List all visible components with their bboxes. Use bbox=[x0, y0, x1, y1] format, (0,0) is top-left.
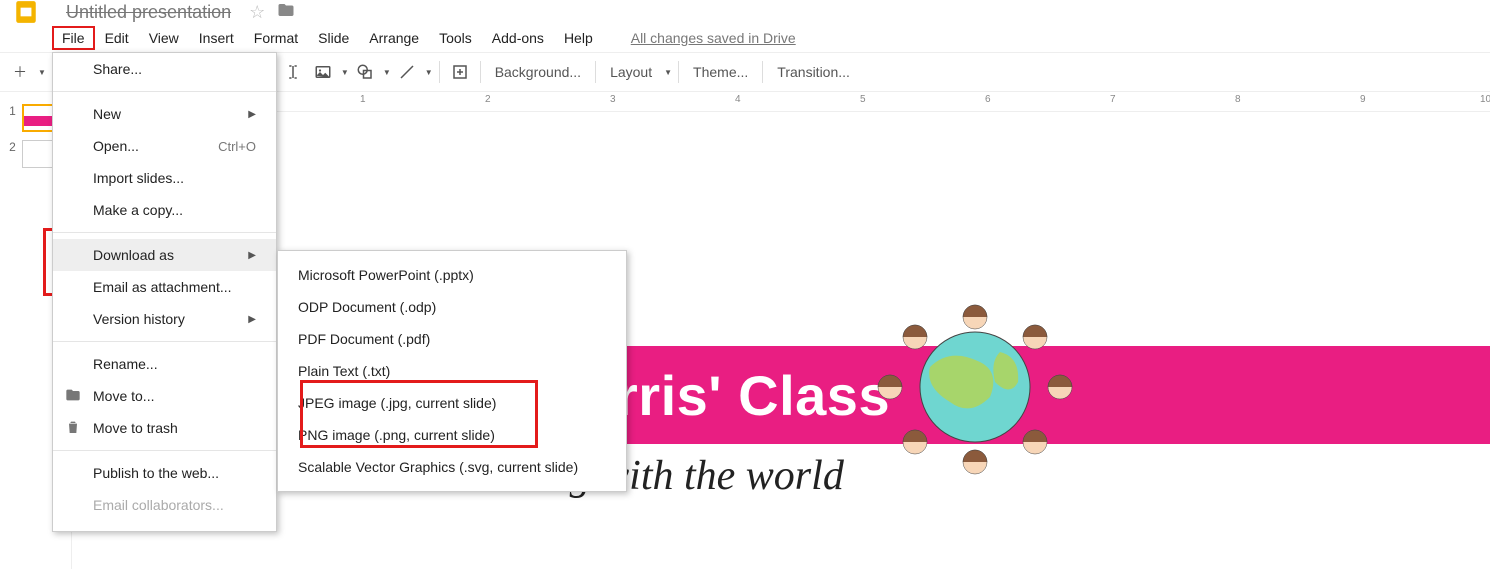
chevron-right-icon: ▶ bbox=[248, 109, 256, 120]
menubar: File Edit View Insert Format Slide Arran… bbox=[0, 24, 1490, 52]
folder-icon bbox=[65, 387, 81, 406]
menu-addons[interactable]: Add-ons bbox=[482, 26, 554, 50]
ruler-tick: 3 bbox=[610, 94, 616, 105]
layout-label: Layout bbox=[602, 60, 660, 84]
menu-separator bbox=[53, 341, 276, 342]
folder-icon[interactable] bbox=[277, 1, 295, 24]
download-as-submenu: Microsoft PowerPoint (.pptx) ODP Documen… bbox=[277, 250, 627, 492]
slides-logo-icon[interactable] bbox=[6, 0, 46, 25]
title-row: Untitled presentation ☆ bbox=[0, 0, 1490, 24]
separator bbox=[762, 61, 763, 83]
globe-kids-graphic bbox=[870, 297, 1080, 457]
separator bbox=[678, 61, 679, 83]
menu-item-open[interactable]: Open...Ctrl+O bbox=[53, 130, 276, 162]
menu-arrange[interactable]: Arrange bbox=[359, 26, 429, 50]
submenu-item-jpeg[interactable]: JPEG image (.jpg, current slide) bbox=[278, 387, 626, 419]
ruler-tick: 10 bbox=[1480, 94, 1490, 105]
menu-item-version-history[interactable]: Version history▶ bbox=[53, 303, 276, 335]
trash-icon bbox=[65, 419, 81, 438]
menu-item-share[interactable]: Share... bbox=[53, 53, 276, 85]
menu-tools[interactable]: Tools bbox=[429, 26, 482, 50]
submenu-item-odp[interactable]: ODP Document (.odp) bbox=[278, 291, 626, 323]
theme-button[interactable]: Theme... bbox=[685, 60, 756, 84]
ruler-tick: 5 bbox=[860, 94, 866, 105]
menu-separator bbox=[53, 91, 276, 92]
line-icon bbox=[393, 58, 421, 86]
separator bbox=[595, 61, 596, 83]
separator bbox=[480, 61, 481, 83]
text-cursor-icon[interactable] bbox=[279, 58, 307, 86]
submenu-item-png[interactable]: PNG image (.png, current slide) bbox=[278, 419, 626, 451]
menu-item-move-to-trash[interactable]: Move to trash bbox=[53, 412, 276, 444]
menu-view[interactable]: View bbox=[139, 26, 189, 50]
ruler-tick: 6 bbox=[985, 94, 991, 105]
menu-edit[interactable]: Edit bbox=[95, 26, 139, 50]
menu-format[interactable]: Format bbox=[244, 26, 308, 50]
menu-slide[interactable]: Slide bbox=[308, 26, 359, 50]
ruler-tick: 9 bbox=[1360, 94, 1366, 105]
file-menu-dropdown: Share... New▶ Open...Ctrl+O Import slide… bbox=[52, 52, 277, 532]
submenu-item-svg[interactable]: Scalable Vector Graphics (.svg, current … bbox=[278, 451, 626, 483]
ruler-tick: 7 bbox=[1110, 94, 1116, 105]
line-button[interactable]: ▼ bbox=[393, 58, 433, 86]
document-title[interactable]: Untitled presentation bbox=[46, 2, 231, 23]
save-status[interactable]: All changes saved in Drive bbox=[631, 30, 796, 46]
ruler-tick: 4 bbox=[735, 94, 741, 105]
menu-insert[interactable]: Insert bbox=[189, 26, 244, 50]
chevron-down-icon: ▼ bbox=[341, 68, 349, 77]
chevron-down-icon: ▼ bbox=[664, 68, 672, 77]
layout-button[interactable]: Layout ▼ bbox=[602, 60, 672, 84]
chevron-right-icon: ▶ bbox=[248, 314, 256, 325]
image-icon bbox=[309, 58, 337, 86]
separator bbox=[439, 61, 440, 83]
chevron-down-icon: ▼ bbox=[425, 68, 433, 77]
shape-button[interactable]: ▼ bbox=[351, 58, 391, 86]
menu-item-download-as[interactable]: Download as▶ bbox=[53, 239, 276, 271]
menu-item-copy[interactable]: Make a copy... bbox=[53, 194, 276, 226]
transition-button[interactable]: Transition... bbox=[769, 60, 858, 84]
slide-number: 2 bbox=[6, 140, 16, 154]
slide-number: 1 bbox=[6, 104, 16, 118]
submenu-item-txt[interactable]: Plain Text (.txt) bbox=[278, 355, 626, 387]
submenu-item-pptx[interactable]: Microsoft PowerPoint (.pptx) bbox=[278, 259, 626, 291]
chevron-down-icon: ▼ bbox=[383, 68, 391, 77]
chevron-right-icon: ▶ bbox=[248, 250, 256, 261]
menu-file[interactable]: File bbox=[52, 26, 95, 50]
submenu-item-pdf[interactable]: PDF Document (.pdf) bbox=[278, 323, 626, 355]
plus-icon: ＋ bbox=[6, 58, 34, 86]
menu-separator bbox=[53, 450, 276, 451]
menu-item-move-to[interactable]: Move to... bbox=[53, 380, 276, 412]
chevron-down-icon: ▼ bbox=[38, 68, 46, 77]
ruler-tick: 8 bbox=[1235, 94, 1241, 105]
ruler-tick: 1 bbox=[360, 94, 366, 105]
new-slide-button[interactable]: ＋ ▼ bbox=[6, 58, 46, 86]
star-icon[interactable]: ☆ bbox=[249, 2, 265, 23]
ruler-tick: 2 bbox=[485, 94, 491, 105]
background-button[interactable]: Background... bbox=[487, 60, 589, 84]
menu-item-rename[interactable]: Rename... bbox=[53, 348, 276, 380]
shortcut-label: Ctrl+O bbox=[218, 139, 256, 154]
menu-item-import[interactable]: Import slides... bbox=[53, 162, 276, 194]
menu-help[interactable]: Help bbox=[554, 26, 603, 50]
menu-separator bbox=[53, 232, 276, 233]
add-comment-icon[interactable] bbox=[446, 58, 474, 86]
image-button[interactable]: ▼ bbox=[309, 58, 349, 86]
menu-item-publish[interactable]: Publish to the web... bbox=[53, 457, 276, 489]
horizontal-ruler: 1 2 3 4 5 6 7 8 9 10 bbox=[72, 92, 1490, 112]
shape-icon bbox=[351, 58, 379, 86]
menu-item-email-collaborators: Email collaborators... bbox=[53, 489, 276, 521]
menu-item-email-attachment[interactable]: Email as attachment... bbox=[53, 271, 276, 303]
menu-item-new[interactable]: New▶ bbox=[53, 98, 276, 130]
